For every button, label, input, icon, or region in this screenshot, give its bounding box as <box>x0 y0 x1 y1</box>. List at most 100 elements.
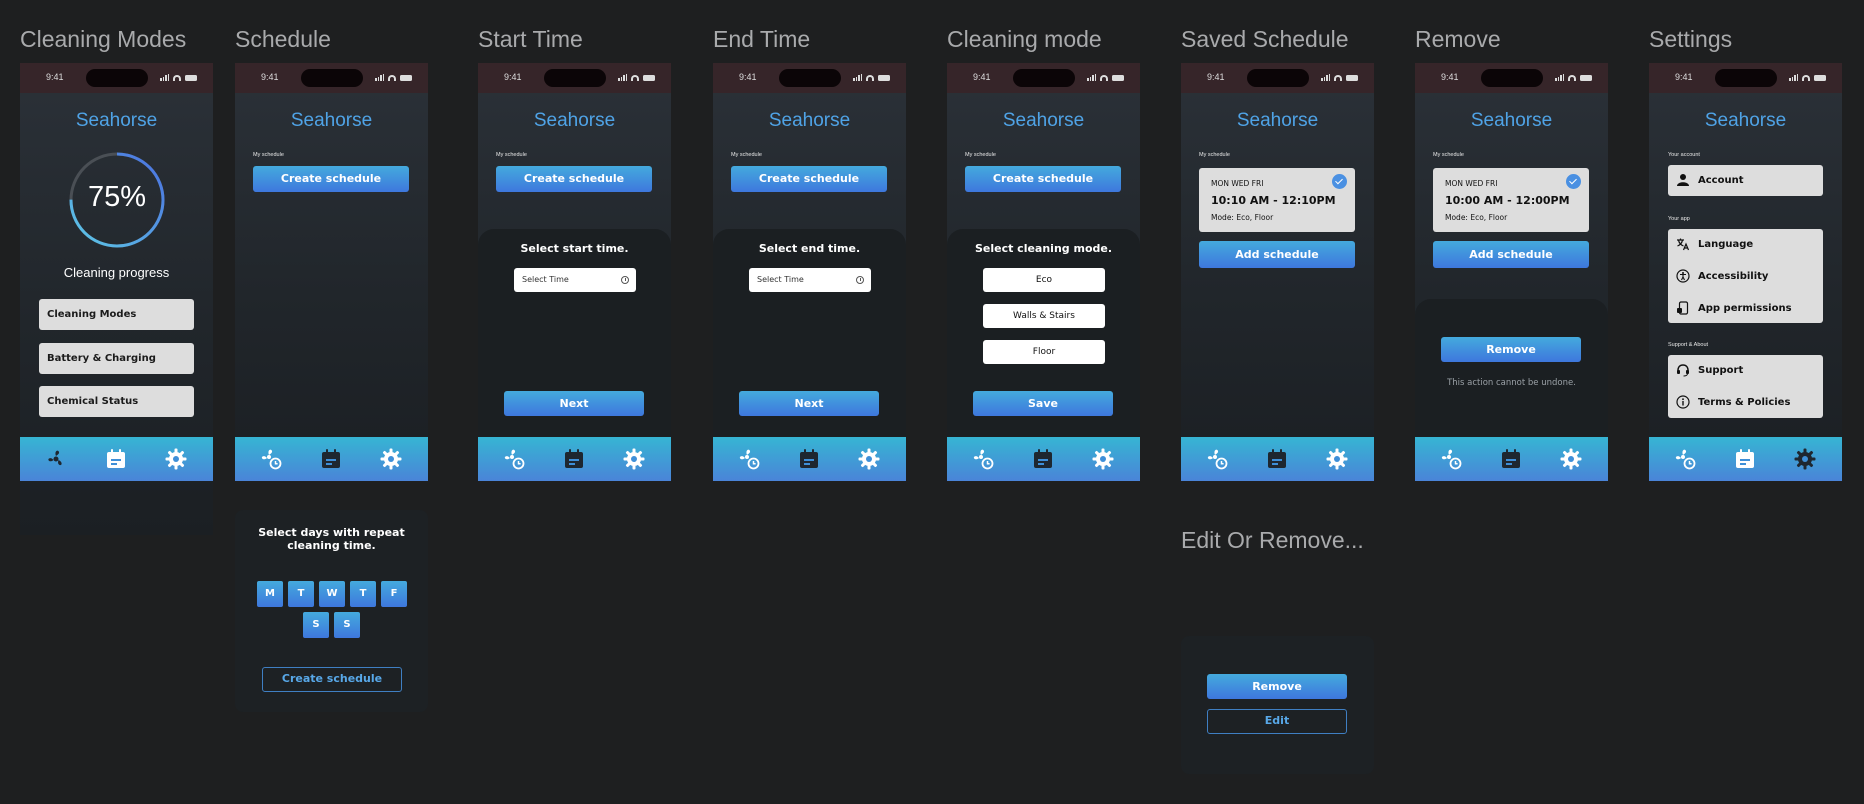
gear-icon[interactable] <box>1559 447 1583 471</box>
calendar-icon[interactable] <box>1031 447 1055 471</box>
dynamic-island <box>1247 69 1309 87</box>
repeat-days-panel: Select days with repeat cleaning time. M… <box>235 510 428 712</box>
status-time: 9:41 <box>504 72 522 82</box>
calendar-icon[interactable] <box>1499 447 1523 471</box>
create-schedule-button[interactable]: Create schedule <box>731 166 887 192</box>
end-time-field[interactable]: Select Time <box>749 268 871 292</box>
gear-icon[interactable] <box>622 447 646 471</box>
calendar-icon[interactable] <box>104 447 128 471</box>
bottom-nav <box>20 437 213 481</box>
account-group: Account <box>1668 165 1823 196</box>
status-bar: 9:41 <box>1415 63 1608 93</box>
frame-title-end-time: End Time <box>713 26 811 52</box>
app-title: Seahorse <box>768 110 851 131</box>
phone-end-time: 9:41 Seahorse My schedule Create schedul… <box>713 63 906 481</box>
status-time: 9:41 <box>1441 72 1459 82</box>
day-sunday[interactable]: S <box>334 612 360 638</box>
frame-title-cleaning-mode: Cleaning mode <box>947 26 1102 52</box>
dynamic-island <box>86 69 148 87</box>
remove-confirm-button[interactable]: Remove <box>1441 337 1581 362</box>
status-bar: 9:41 <box>478 63 671 93</box>
frame-title-saved-schedule: Saved Schedule <box>1181 26 1349 52</box>
battery-icon <box>643 74 655 81</box>
check-icon[interactable] <box>1566 174 1581 189</box>
app-permissions-row[interactable]: App permissions <box>1676 300 1792 316</box>
status-time: 9:41 <box>739 72 757 82</box>
fan-clock-icon[interactable] <box>1205 447 1229 471</box>
day-wednesday[interactable]: W <box>319 581 345 607</box>
remove-button[interactable]: Remove <box>1207 674 1347 699</box>
schedule-card[interactable]: MON WED FRI 10:10 AM - 12:10PM Mode: Eco… <box>1199 168 1355 232</box>
day-tuesday[interactable]: T <box>288 581 314 607</box>
fan-clock-icon[interactable] <box>259 447 283 471</box>
time-placeholder: Select Time <box>522 275 569 284</box>
fan-clock-icon[interactable] <box>737 447 761 471</box>
app-title: Seahorse <box>1002 110 1085 131</box>
sheet-title: Select cleaning mode. <box>974 242 1113 255</box>
add-schedule-button[interactable]: Add schedule <box>1433 241 1589 268</box>
wifi-icon <box>173 74 181 81</box>
person-icon <box>1677 174 1689 186</box>
calendar-icon[interactable] <box>562 447 586 471</box>
gear-icon[interactable] <box>379 447 403 471</box>
schedule-card[interactable]: MON WED FRI 10:00 AM - 12:00PM Mode: Eco… <box>1433 168 1589 232</box>
time-placeholder: Select Time <box>757 275 804 284</box>
day-saturday[interactable]: S <box>303 612 329 638</box>
fan-clock-icon[interactable] <box>1673 447 1697 471</box>
create-schedule-button[interactable]: Create schedule <box>965 166 1121 192</box>
app-title: Seahorse <box>75 110 158 131</box>
phone-remove: 9:41 Seahorse My schedule MON WED FRI 10… <box>1415 63 1608 481</box>
gear-icon[interactable] <box>857 447 881 471</box>
battery-icon <box>1580 74 1592 81</box>
next-button[interactable]: Next <box>504 391 644 416</box>
day-friday[interactable]: F <box>381 581 407 607</box>
calendar-icon[interactable] <box>1265 447 1289 471</box>
day-monday[interactable]: M <box>257 581 283 607</box>
support-about-label: Support & About <box>1668 342 1709 348</box>
battery-charging-button[interactable]: Battery & Charging <box>39 343 194 374</box>
your-account-label: Your account <box>1668 152 1700 158</box>
mode-eco-button[interactable]: Eco <box>983 268 1105 292</box>
edit-button[interactable]: Edit <box>1207 709 1347 734</box>
create-schedule-outline-button[interactable]: Create schedule <box>262 667 402 692</box>
terms-policies-row[interactable]: Terms & Policies <box>1676 394 1790 410</box>
fan-icon[interactable] <box>44 447 68 471</box>
calendar-icon[interactable] <box>797 447 821 471</box>
fan-clock-icon[interactable] <box>971 447 995 471</box>
bottom-nav <box>1181 437 1374 481</box>
cleaning-modes-button[interactable]: Cleaning Modes <box>39 299 194 330</box>
frame-title-schedule: Schedule <box>235 26 331 52</box>
mode-walls-stairs-button[interactable]: Walls & Stairs <box>983 304 1105 328</box>
gear-icon[interactable] <box>1091 447 1115 471</box>
chemical-status-button[interactable]: Chemical Status <box>39 386 194 417</box>
mode-floor-button[interactable]: Floor <box>983 340 1105 364</box>
day-thursday[interactable]: T <box>350 581 376 607</box>
create-schedule-button[interactable]: Create schedule <box>496 166 652 192</box>
gear-icon[interactable] <box>1325 447 1349 471</box>
fan-clock-icon[interactable] <box>1439 447 1463 471</box>
next-button[interactable]: Next <box>739 391 879 416</box>
schedule-mode: Mode: Eco, Floor <box>1445 213 1508 222</box>
status-time: 9:41 <box>46 72 64 82</box>
calendar-icon[interactable] <box>1733 447 1757 471</box>
dynamic-island <box>1715 69 1777 87</box>
app-title: Seahorse <box>533 110 616 131</box>
gear-icon[interactable] <box>1793 447 1817 471</box>
accessibility-icon <box>1676 269 1690 283</box>
gear-icon[interactable] <box>164 447 188 471</box>
add-schedule-button[interactable]: Add schedule <box>1199 241 1355 268</box>
phone-cleaning-mode: 9:41 Seahorse My schedule Create schedul… <box>947 63 1140 481</box>
permissions-icon <box>1677 301 1689 315</box>
support-row[interactable]: Support <box>1676 362 1743 378</box>
start-time-field[interactable]: Select Time <box>514 268 636 292</box>
calendar-icon[interactable] <box>319 447 343 471</box>
fan-clock-icon[interactable] <box>502 447 526 471</box>
accessibility-row[interactable]: Accessibility <box>1676 268 1768 284</box>
account-row[interactable]: Account <box>1676 172 1743 188</box>
check-icon[interactable] <box>1332 174 1347 189</box>
language-row[interactable]: Language <box>1676 236 1753 252</box>
signal-icon <box>1789 74 1798 81</box>
status-time: 9:41 <box>261 72 279 82</box>
save-button[interactable]: Save <box>973 391 1113 416</box>
create-schedule-button[interactable]: Create schedule <box>253 166 409 192</box>
